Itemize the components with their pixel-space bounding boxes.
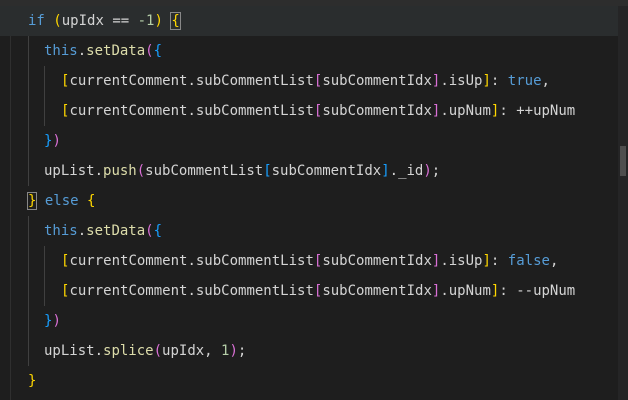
code-token: ) xyxy=(52,313,61,329)
code-token: [ xyxy=(263,163,272,179)
code-token: ) xyxy=(229,343,238,359)
indent-guide xyxy=(28,216,29,366)
code-line-content: this.setData({ xyxy=(44,36,162,66)
code-token: subCommentIdx xyxy=(322,253,432,269)
code-token: subCommentIdx xyxy=(322,73,432,89)
code-line-content: }) xyxy=(44,306,61,336)
code-line-content: }) xyxy=(44,126,61,156)
code-token: : xyxy=(499,283,517,299)
code-token: -1 xyxy=(137,13,155,29)
code-token: if xyxy=(28,13,45,29)
code-token: setData xyxy=(86,43,146,59)
code-token: { xyxy=(153,223,163,239)
code-token: ; xyxy=(431,163,441,179)
code-token: -- xyxy=(516,283,534,299)
code-token: true xyxy=(507,73,542,89)
code-token: ( xyxy=(153,343,163,359)
code-token: .upNum xyxy=(440,283,491,299)
code-line-content: [currentComment.subCommentList[subCommen… xyxy=(61,66,550,96)
code-token: currentComment.subCommentList xyxy=(69,283,314,299)
scrollbar-thumb[interactable] xyxy=(620,146,626,176)
code-token: ( xyxy=(145,43,154,59)
code-token: this xyxy=(44,43,78,59)
code-token: : xyxy=(490,253,508,269)
code-line-content: upList.push(subCommentList[subCommentIdx… xyxy=(44,156,440,186)
indent-guide xyxy=(28,36,29,186)
code-token: upList xyxy=(44,163,95,179)
code-line-content: [currentComment.subCommentList[subCommen… xyxy=(61,246,558,276)
code-line-content: upList.splice(upIdx, 1); xyxy=(44,336,246,366)
code-token: .upNum xyxy=(440,103,491,119)
code-token: ) xyxy=(52,133,61,149)
code-token: . xyxy=(77,223,87,239)
code-token: ) xyxy=(154,13,163,29)
code-token: .isUp xyxy=(440,73,483,89)
code-token: ._id xyxy=(389,163,424,179)
code-token: . xyxy=(77,43,87,59)
code-token: ] xyxy=(381,163,390,179)
code-token: this xyxy=(44,223,78,239)
code-token: ; xyxy=(237,343,247,359)
code-token: : xyxy=(499,103,517,119)
code-token: subCommentList xyxy=(145,163,264,179)
code-token: false xyxy=(507,253,550,269)
code-line-content: [currentComment.subCommentList[subCommen… xyxy=(61,96,575,126)
code-line-content: } else { xyxy=(26,186,96,216)
code-token: upList xyxy=(44,343,95,359)
indent-guide xyxy=(44,246,45,306)
code-editor[interactable]: if (upIdx == -1) { this.setData({ [curre… xyxy=(0,6,628,400)
code-token: ] xyxy=(482,73,491,89)
code-token: .isUp xyxy=(440,253,483,269)
code-token: . xyxy=(94,343,104,359)
code-line-content: [currentComment.subCommentList[subCommen… xyxy=(61,276,575,306)
code-token: , xyxy=(541,73,550,89)
code-token: : xyxy=(490,73,508,89)
code-token: currentComment.subCommentList xyxy=(69,253,314,269)
code-token: subCommentIdx xyxy=(322,103,432,119)
code-token: upNum xyxy=(533,283,576,299)
indent-guide xyxy=(44,66,45,126)
code-token: ( xyxy=(53,13,62,29)
code-line-content: this.setData({ xyxy=(44,216,162,246)
code-token: currentComment.subCommentList xyxy=(69,73,314,89)
code-token: splice xyxy=(103,343,154,359)
code-token: } xyxy=(28,373,37,389)
code-token: currentComment.subCommentList xyxy=(69,103,314,119)
code-token: . xyxy=(94,163,104,179)
code-token: ++ xyxy=(516,103,534,119)
code-token: upNum xyxy=(533,103,576,119)
code-token: , xyxy=(549,253,559,269)
code-line-content: if (upIdx == -1) { xyxy=(28,6,181,36)
code-line-content: } xyxy=(28,366,36,396)
vertical-scrollbar[interactable] xyxy=(618,6,628,400)
code-token: else xyxy=(44,193,79,209)
code-token: ( xyxy=(145,223,154,239)
code-token: { xyxy=(170,12,181,30)
code-token: push xyxy=(103,163,137,179)
code-token: ) xyxy=(423,163,432,179)
code-token: subCommentIdx xyxy=(271,163,382,179)
code-token: == xyxy=(103,13,138,29)
code-token: { xyxy=(153,43,163,59)
code-token: { xyxy=(87,193,96,209)
code-token: ( xyxy=(136,163,146,179)
code-token: subCommentIdx xyxy=(322,283,432,299)
code-token: setData xyxy=(86,223,146,239)
code-token: upIdx xyxy=(61,13,104,29)
code-line[interactable]: if (upIdx == -1) { xyxy=(0,6,618,36)
code-token: ] xyxy=(482,253,491,269)
code-token: upIdx, xyxy=(162,343,222,359)
